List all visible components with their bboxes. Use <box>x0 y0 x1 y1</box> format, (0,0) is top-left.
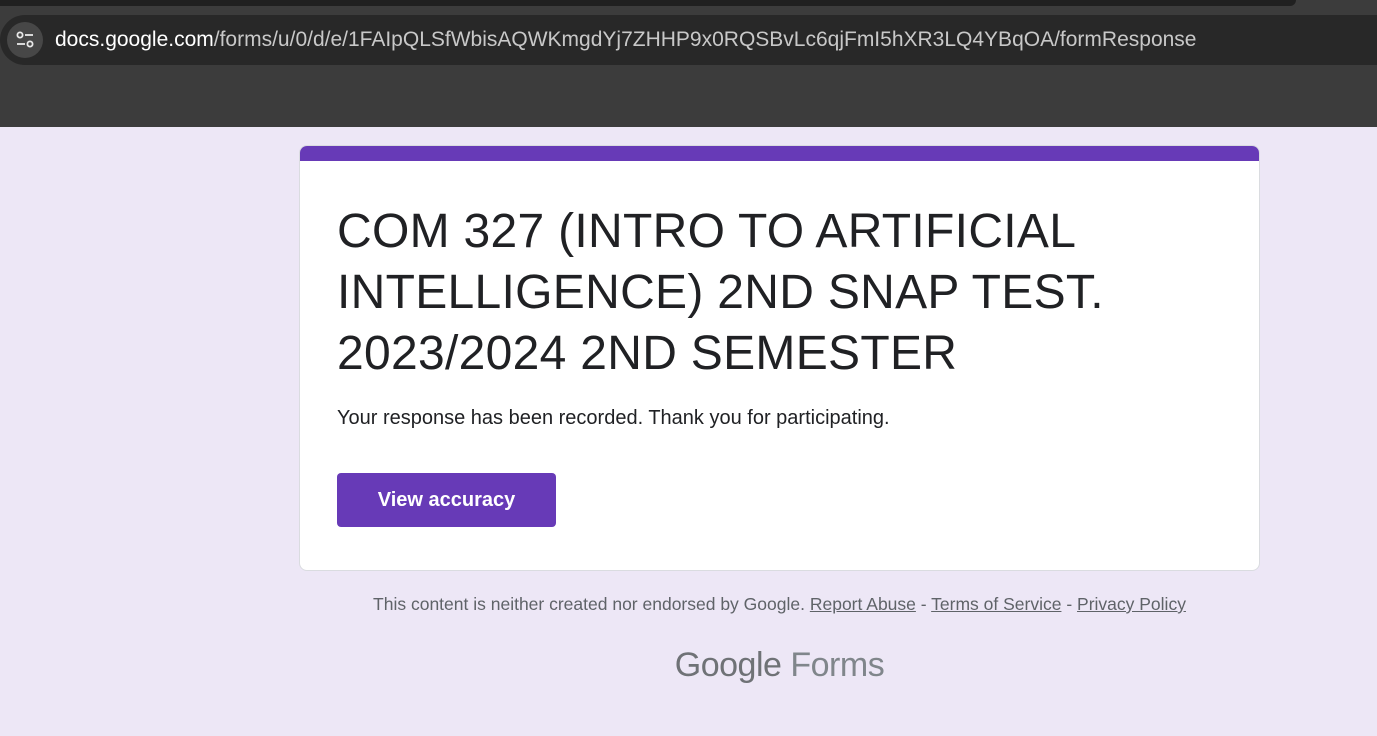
confirmation-message: Your response has been recorded. Thank y… <box>337 407 890 429</box>
footer-separator: - <box>1066 594 1073 614</box>
logo-google-word: Google <box>674 646 782 684</box>
card-accent-bar <box>300 146 1259 161</box>
view-accuracy-button[interactable]: View accuracy <box>337 473 556 527</box>
logo-forms-word: Forms <box>790 646 885 684</box>
url-host: docs.google.com <box>55 28 214 51</box>
address-bar[interactable]: docs.google.com/forms/u/0/d/e/1FAIpQLSfW… <box>0 15 1377 65</box>
footer-disclaimer: This content is neither created nor endo… <box>299 594 1260 615</box>
report-abuse-link[interactable]: Report Abuse <box>810 594 916 614</box>
google-forms-logo[interactable]: Google Forms <box>299 646 1260 685</box>
privacy-link[interactable]: Privacy Policy <box>1077 594 1186 614</box>
disclaimer-text: This content is neither created nor endo… <box>373 594 805 614</box>
url-path: /forms/u/0/d/e/1FAIpQLSfWbisAQWKmgdYj7ZH… <box>213 28 1197 51</box>
terms-link[interactable]: Terms of Service <box>931 594 1061 614</box>
footer-separator: - <box>920 594 927 614</box>
url-text[interactable]: docs.google.com/forms/u/0/d/e/1FAIpQLSfW… <box>55 15 1196 65</box>
form-title: COM 327 (INTRO TO ARTIFICIAL INTELLIGENC… <box>337 205 1104 380</box>
browser-chrome: docs.google.com/forms/u/0/d/e/1FAIpQLSfW… <box>0 0 1377 127</box>
tab-strip <box>0 0 1296 6</box>
site-info-button[interactable] <box>7 22 43 58</box>
tune-icon <box>16 31 34 48</box>
form-card: COM 327 (INTRO TO ARTIFICIAL INTELLIGENC… <box>299 145 1260 571</box>
